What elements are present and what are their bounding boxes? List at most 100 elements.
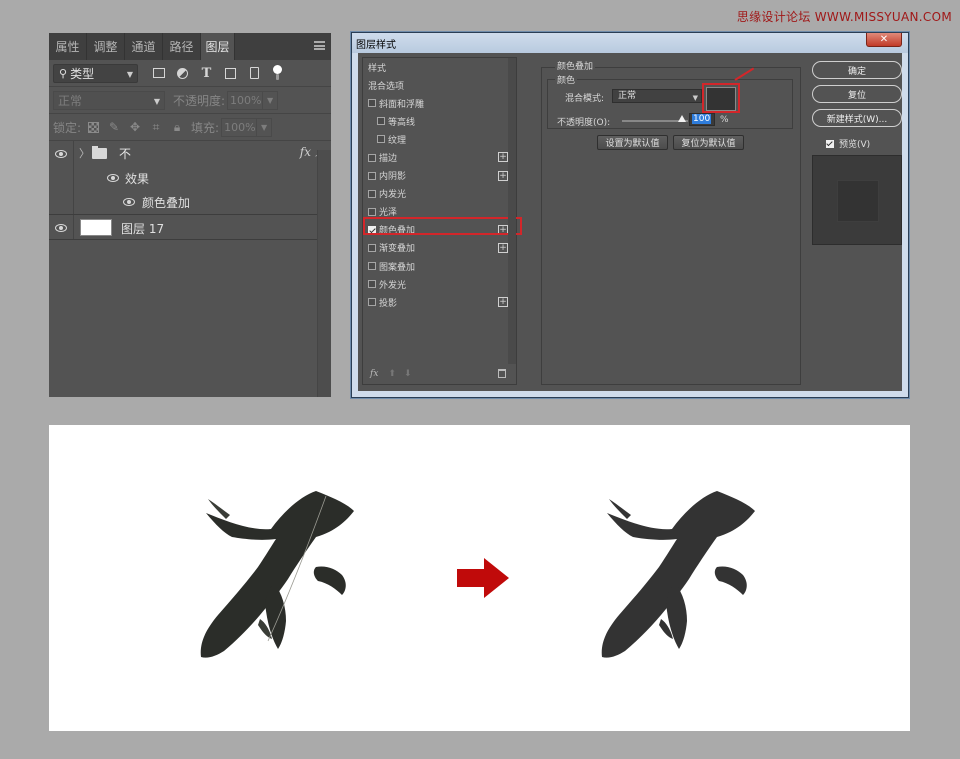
checkbox-icon[interactable]: [368, 243, 376, 252]
panel-menu-icon[interactable]: [314, 41, 325, 50]
filter-smart-object-icon[interactable]: [247, 66, 262, 81]
checkbox-icon[interactable]: [368, 262, 376, 271]
dialog-titlebar[interactable]: 图层样式 ✕: [352, 33, 908, 53]
dialog-body: 样式 混合选项 斜面和浮雕 等高线 纹理 描边 + 内阴影 + 内发光 光泽 颜色叠加 + 渐变叠加 + 图案…: [352, 53, 908, 397]
preview-checkbox[interactable]: 预览(V): [826, 137, 870, 150]
lock-artboard-icon[interactable]: ⌗: [150, 120, 162, 134]
style-list: 样式 混合选项 斜面和浮雕 等高线 纹理 描边 + 内阴影 + 内发光 光泽 颜色叠加 + 渐变叠加 + 图案…: [362, 57, 522, 385]
chevron-down-icon: ▼: [692, 94, 698, 102]
opacity-value: 100: [692, 114, 712, 124]
checkbox-icon[interactable]: [368, 99, 376, 108]
layer-name: 不: [119, 147, 132, 161]
filter-toggle-icon[interactable]: [273, 65, 282, 81]
blend-mode-select[interactable]: 正常 ▼: [53, 90, 165, 110]
style-item[interactable]: 样式: [363, 58, 516, 76]
percent-unit: %: [720, 115, 729, 125]
eye-icon[interactable]: [107, 174, 119, 182]
comparison-canvas: [49, 425, 910, 731]
layer-thumbnail: [80, 219, 112, 236]
trash-icon[interactable]: [498, 369, 506, 378]
fx-icon[interactable]: fx: [370, 369, 378, 379]
set-default-button[interactable]: 设置为默认值: [597, 135, 668, 150]
eye-icon[interactable]: [123, 198, 135, 206]
layer-row-group[interactable]: 〉 不 fx ︿: [49, 141, 331, 166]
style-item-label: 斜面和浮雕: [379, 99, 425, 110]
blend-mode-value: 正常: [58, 93, 83, 108]
style-item[interactable]: 投影 +: [363, 293, 516, 311]
checkbox-icon[interactable]: [368, 171, 376, 180]
blend-mode-select[interactable]: 正常 ▼: [612, 89, 702, 103]
style-item[interactable]: 内发光: [363, 185, 516, 203]
checkbox-icon[interactable]: [368, 207, 376, 216]
style-item-label: 内阴影: [379, 172, 407, 183]
lock-transparent-icon[interactable]: [87, 121, 99, 133]
style-items: 样式 混合选项 斜面和浮雕 等高线 纹理 描边 + 内阴影 + 内发光 光泽 颜色叠加 + 渐变叠加 + 图案…: [363, 58, 516, 311]
checkbox-icon[interactable]: [368, 189, 376, 198]
layer-style-dialog: 图层样式 ✕ 样式 混合选项 斜面和浮雕 等高线 纹理 描边 + 内阴影 + 内发光 光泽 颜色叠加 +…: [351, 32, 909, 398]
opacity-field[interactable]: 100: [689, 113, 715, 126]
layer-name: 图层 17: [121, 222, 165, 236]
opacity-label: 不透明度(O):: [557, 118, 611, 128]
checkbox-icon[interactable]: [368, 298, 376, 307]
add-effect-icon[interactable]: +: [498, 242, 508, 253]
checkbox-icon[interactable]: [377, 117, 385, 126]
style-item[interactable]: 渐变叠加 +: [363, 239, 516, 257]
opacity-dropdown-icon[interactable]: ▼: [263, 90, 279, 110]
layer-row-effects[interactable]: 效果: [49, 166, 331, 190]
opacity-label: 不透明度:: [173, 93, 226, 108]
fill-dropdown-icon[interactable]: ▼: [257, 117, 273, 137]
fx-icon[interactable]: fx: [300, 145, 311, 159]
filter-type-select[interactable]: ⚲ 类型 ▼: [53, 63, 138, 83]
panel-tabs: 属性 调整 通道 路径 图层: [49, 33, 331, 60]
fill-field[interactable]: 100%: [221, 117, 258, 137]
reset-button[interactable]: 复位: [812, 85, 902, 103]
style-item[interactable]: 内阴影 +: [363, 167, 516, 185]
style-item[interactable]: 描边 +: [363, 148, 516, 166]
opacity-field[interactable]: 100%: [227, 90, 264, 110]
eye-icon[interactable]: [55, 224, 67, 232]
watermark: 思缘设计论坛 WWW.MISSYUAN.COM: [736, 10, 952, 24]
filter-pixel-icon[interactable]: [151, 66, 166, 81]
new-style-button[interactable]: 新建样式(W)...: [812, 109, 902, 127]
add-effect-icon[interactable]: +: [498, 152, 508, 163]
checkbox-icon[interactable]: [368, 153, 376, 162]
scrollbar[interactable]: [508, 58, 516, 364]
checkbox-icon[interactable]: [368, 280, 376, 289]
add-effect-icon[interactable]: +: [498, 170, 508, 181]
filter-type-icon[interactable]: T: [199, 66, 214, 81]
chevron-right-icon[interactable]: 〉: [79, 145, 90, 161]
lock-paint-brush-icon[interactable]: ✎: [108, 120, 120, 134]
layer-row-color-overlay[interactable]: 颜色叠加: [49, 190, 331, 214]
checkbox-icon[interactable]: [826, 139, 834, 148]
tab-properties[interactable]: 属性: [49, 33, 87, 60]
style-item[interactable]: 外发光: [363, 275, 516, 293]
move-down-icon[interactable]: ⬇: [404, 369, 412, 379]
style-item[interactable]: 混合选项: [363, 76, 516, 94]
reset-default-button[interactable]: 复位为默认值: [673, 135, 744, 150]
scrollbar[interactable]: [317, 150, 331, 397]
style-item[interactable]: 等高线: [363, 112, 516, 130]
layers-panel: 属性 调整 通道 路径 图层 ⚲ 类型 ▼ T 正常 ▼ 不透明度: 100% …: [49, 33, 331, 397]
style-item[interactable]: 图案叠加: [363, 257, 516, 275]
style-item[interactable]: 斜面和浮雕: [363, 94, 516, 112]
move-up-icon[interactable]: ⬆: [388, 369, 396, 379]
divider: [73, 166, 74, 190]
style-item-label: 渐变叠加: [379, 244, 416, 255]
tab-adjustments[interactable]: 调整: [87, 33, 125, 60]
chevron-down-icon: ▼: [126, 69, 133, 79]
tab-layers[interactable]: 图层: [201, 33, 235, 60]
lock-all-icon[interactable]: 🔒︎: [171, 120, 183, 134]
slider-thumb[interactable]: [678, 115, 686, 122]
ok-button[interactable]: 确定: [812, 61, 902, 79]
layer-row-layer17[interactable]: 图层 17: [49, 214, 331, 240]
close-button[interactable]: ✕: [866, 33, 902, 47]
lock-position-icon[interactable]: ✥: [129, 120, 141, 134]
tab-paths[interactable]: 路径: [163, 33, 201, 60]
filter-shape-icon[interactable]: [223, 66, 238, 81]
filter-adjustment-icon[interactable]: [175, 66, 190, 81]
tab-channels[interactable]: 通道: [125, 33, 163, 60]
checkbox-icon[interactable]: [377, 135, 385, 144]
eye-icon[interactable]: [55, 150, 67, 158]
add-effect-icon[interactable]: +: [498, 297, 508, 308]
style-item[interactable]: 纹理: [363, 130, 516, 148]
